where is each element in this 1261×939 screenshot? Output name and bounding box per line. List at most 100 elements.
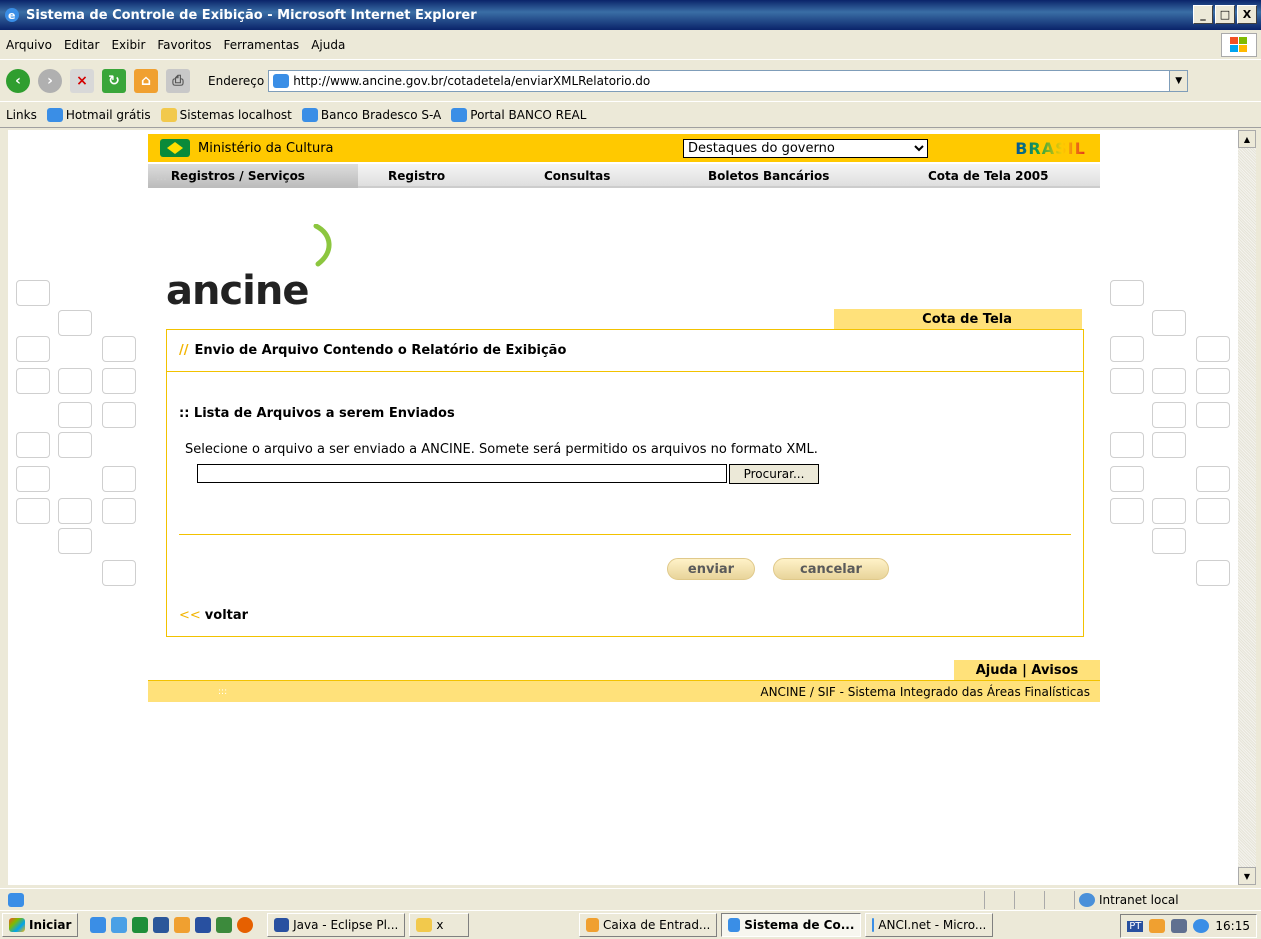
minimize-button[interactable]: _ <box>1193 5 1213 24</box>
link-hotmail[interactable]: Hotmail grátis <box>46 107 151 122</box>
deco-square <box>102 402 136 428</box>
tray-network-icon[interactable] <box>1171 919 1188 933</box>
tray-outlook-icon[interactable] <box>1149 919 1166 933</box>
nav-registros-servicos[interactable]: ::: Registros / Serviços <box>148 164 358 188</box>
clock: 16:15 <box>1215 919 1250 933</box>
menu-ferramentas[interactable]: Ferramentas <box>224 38 300 52</box>
menu-exibir[interactable]: Exibir <box>111 38 145 52</box>
menu-arquivo[interactable]: Arquivo <box>6 38 52 52</box>
refresh-button[interactable]: ↻ <box>102 68 126 93</box>
links-label: Links <box>6 107 37 122</box>
security-zone: Intranet local <box>1074 891 1214 909</box>
back-link[interactable]: << voltar <box>179 608 248 623</box>
brasil-logo[interactable]: BRASIL <box>1003 137 1098 159</box>
deco-square <box>1110 280 1144 306</box>
task-folder-x[interactable]: x <box>409 913 470 937</box>
nav-cota-tela[interactable]: Cota de Tela 2005 <box>928 169 1049 183</box>
panel-header: // Envio de Arquivo Contendo o Relatório… <box>167 330 1083 372</box>
forward-arrow-icon: › <box>38 68 62 93</box>
address-value: http://www.ancine.gov.br/cotadetela/envi… <box>293 73 651 88</box>
start-button[interactable]: Iniciar <box>2 913 79 937</box>
footer-dots: ::: <box>218 687 228 697</box>
deco-square <box>1152 498 1186 524</box>
firefox-quicklaunch-icon[interactable] <box>237 917 254 933</box>
address-bar[interactable]: http://www.ancine.gov.br/cotadetela/envi… <box>268 69 1189 92</box>
ministry-link[interactable]: Ministério da Cultura <box>160 139 334 157</box>
nav-consultas-label: Consultas <box>544 169 611 183</box>
ie-quicklaunch-icon[interactable] <box>90 917 107 933</box>
file-path-input[interactable] <box>197 464 727 483</box>
back-button[interactable]: ‹ <box>6 68 30 93</box>
tray-app-icon[interactable] <box>1193 919 1210 933</box>
status-bar: Intranet local <box>0 888 1261 910</box>
deco-square <box>58 368 92 394</box>
task-sistema-label: Sistema de Co... <box>744 918 855 932</box>
nav-registro[interactable]: Registro <box>388 169 445 183</box>
stop-button[interactable]: × <box>70 68 94 93</box>
vertical-scrollbar[interactable]: ▲ ▼ <box>1238 130 1256 885</box>
browser-toolbar: ‹ › × ↻ ⌂ ⎙ Endereço http://www.ancine.g… <box>0 60 1261 102</box>
browse-button[interactable]: Procurar... <box>729 464 819 484</box>
excel-quicklaunch-icon[interactable] <box>132 917 149 933</box>
forward-button[interactable]: › <box>38 68 62 93</box>
deco-square <box>1152 402 1186 428</box>
scroll-down-icon[interactable]: ▼ <box>1238 867 1256 885</box>
folder-icon <box>160 107 177 122</box>
cancel-button[interactable]: cancelar <box>773 558 889 580</box>
link-bradesco[interactable]: Banco Bradesco S-A <box>301 107 441 122</box>
nav-consultas[interactable]: Consultas <box>544 169 610 183</box>
brazil-flag-icon <box>160 139 190 157</box>
print-button[interactable]: ⎙ <box>166 68 190 93</box>
deco-square <box>1196 402 1230 428</box>
chevron-down-icon[interactable]: ▼ <box>1169 70 1188 91</box>
taskbar: Iniciar Java - Eclipse Pl... x Caixa de … <box>0 910 1261 939</box>
back-arrow-icon: ‹ <box>6 68 30 93</box>
deco-square <box>102 368 136 394</box>
task-inbox-label: Caixa de Entrad... <box>602 918 711 932</box>
app-quicklaunch-icon[interactable] <box>216 917 233 933</box>
scroll-up-icon[interactable]: ▲ <box>1238 130 1256 148</box>
word-quicklaunch-icon[interactable] <box>153 917 170 933</box>
language-indicator[interactable]: PT <box>1127 920 1144 932</box>
deco-square <box>16 336 50 362</box>
nav-dots-icon: ::: <box>156 173 167 183</box>
deco-square <box>102 336 136 362</box>
deco-square <box>102 498 136 524</box>
page-status-icon <box>8 892 24 907</box>
menu-editar[interactable]: Editar <box>64 38 100 52</box>
deco-square <box>1196 466 1230 492</box>
ie-link-icon <box>451 107 468 122</box>
help-notices-links[interactable]: Ajuda | Avisos <box>954 660 1100 680</box>
windows-logo-icon <box>1221 33 1257 57</box>
close-button[interactable]: X <box>1237 5 1257 24</box>
desktop-quicklaunch-icon[interactable] <box>111 917 128 933</box>
link-bancoreal[interactable]: Portal BANCO REAL <box>451 107 587 122</box>
window-title-bar: e Sistema de Controle de Exibição - Micr… <box>0 0 1261 30</box>
system-tray: PT 16:15 <box>1120 914 1257 938</box>
nav-boletos[interactable]: Boletos Bancários <box>708 169 829 183</box>
section-title: :: Lista de Arquivos a serem Enviados <box>179 406 455 421</box>
deco-square <box>1196 368 1230 394</box>
eclipse-quicklaunch-icon[interactable] <box>195 917 212 933</box>
link-sistemas[interactable]: Sistemas localhost <box>160 107 292 122</box>
deco-square <box>1152 528 1186 554</box>
gov-highlights-select[interactable]: Destaques do governo <box>683 139 928 158</box>
deco-square <box>1196 560 1230 586</box>
outlook-quicklaunch-icon[interactable] <box>174 917 191 933</box>
send-button[interactable]: enviar <box>667 558 755 580</box>
menu-ajuda[interactable]: Ajuda <box>311 38 345 52</box>
task-folder-x-label: x <box>436 918 444 932</box>
task-ancinet[interactable]: ANCI.net - Micro... <box>865 913 994 937</box>
task-inbox[interactable]: Caixa de Entrad... <box>579 913 718 937</box>
home-icon: ⌂ <box>134 68 158 93</box>
task-sistema[interactable]: Sistema de Co... <box>721 913 862 937</box>
link-bancoreal-label: Portal BANCO REAL <box>470 107 587 122</box>
maximize-button[interactable]: □ <box>1215 5 1235 24</box>
menu-favoritos[interactable]: Favoritos <box>157 38 211 52</box>
footer-system-text: ANCINE / SIF - Sistema Integrado das Áre… <box>760 684 1090 699</box>
home-button[interactable]: ⌂ <box>134 68 158 93</box>
task-eclipse[interactable]: Java - Eclipse Pl... <box>267 913 406 937</box>
ie-icon <box>728 918 741 932</box>
address-label: Endereço <box>208 73 265 88</box>
ancine-logo: ancine <box>166 268 309 314</box>
